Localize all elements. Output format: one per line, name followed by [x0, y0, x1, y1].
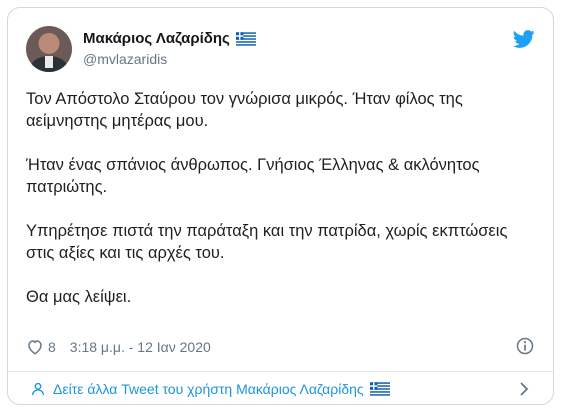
avatar-collar [45, 56, 53, 68]
twitter-bird-icon[interactable] [513, 28, 535, 50]
greek-flag-icon [235, 31, 256, 46]
chevron-right-icon[interactable] [517, 381, 531, 397]
embedded-tweet-card: Μακάριος Λαζαρίδης @mvlazaridis Τον Απόσ… [7, 7, 554, 405]
person-icon [32, 382, 44, 396]
heart-icon[interactable] [26, 338, 44, 356]
tweet-paragraph: Τον Απόστολο Σταύρου τον γνώρισα μικρός.… [26, 90, 463, 130]
tweet-timestamp[interactable]: 3:18 μ.μ. - 12 Ιαν 2020 [70, 339, 211, 355]
greek-flag-icon [369, 382, 390, 396]
tweet-header: Μακάριος Λαζαρίδης @mvlazaridis [26, 26, 535, 76]
more-tweets-link[interactable]: Δείτε άλλα Tweet του χρήστη Μακάριος Λαζ… [8, 372, 553, 404]
tweet-paragraph: Θα μας λείψει. [26, 288, 132, 306]
tweet-paragraph: Υπηρέτησε πιστά την παράταξη και την πατ… [26, 222, 508, 262]
more-tweets-label[interactable]: Δείτε άλλα Tweet του χρήστη Μακάριος Λαζ… [53, 381, 364, 397]
author-handle[interactable]: @mvlazaridis [83, 51, 167, 67]
author-name-row: Μακάριος Λαζαρίδης [83, 30, 256, 47]
avatar[interactable] [26, 26, 72, 72]
tweet-paragraph: Ήταν ένας σπάνιος άνθρωπος. Γνήσιος Έλλη… [26, 156, 480, 196]
info-icon[interactable] [515, 336, 535, 356]
author-name[interactable]: Μακάριος Λαζαρίδης [83, 30, 230, 47]
like-count[interactable]: 8 [48, 339, 56, 355]
tweet-text: Τον Απόστολο Σταύρου τον γνώρισα μικρός.… [26, 88, 531, 330]
tweet-meta: 8 3:18 μ.μ. - 12 Ιαν 2020 [26, 336, 535, 358]
